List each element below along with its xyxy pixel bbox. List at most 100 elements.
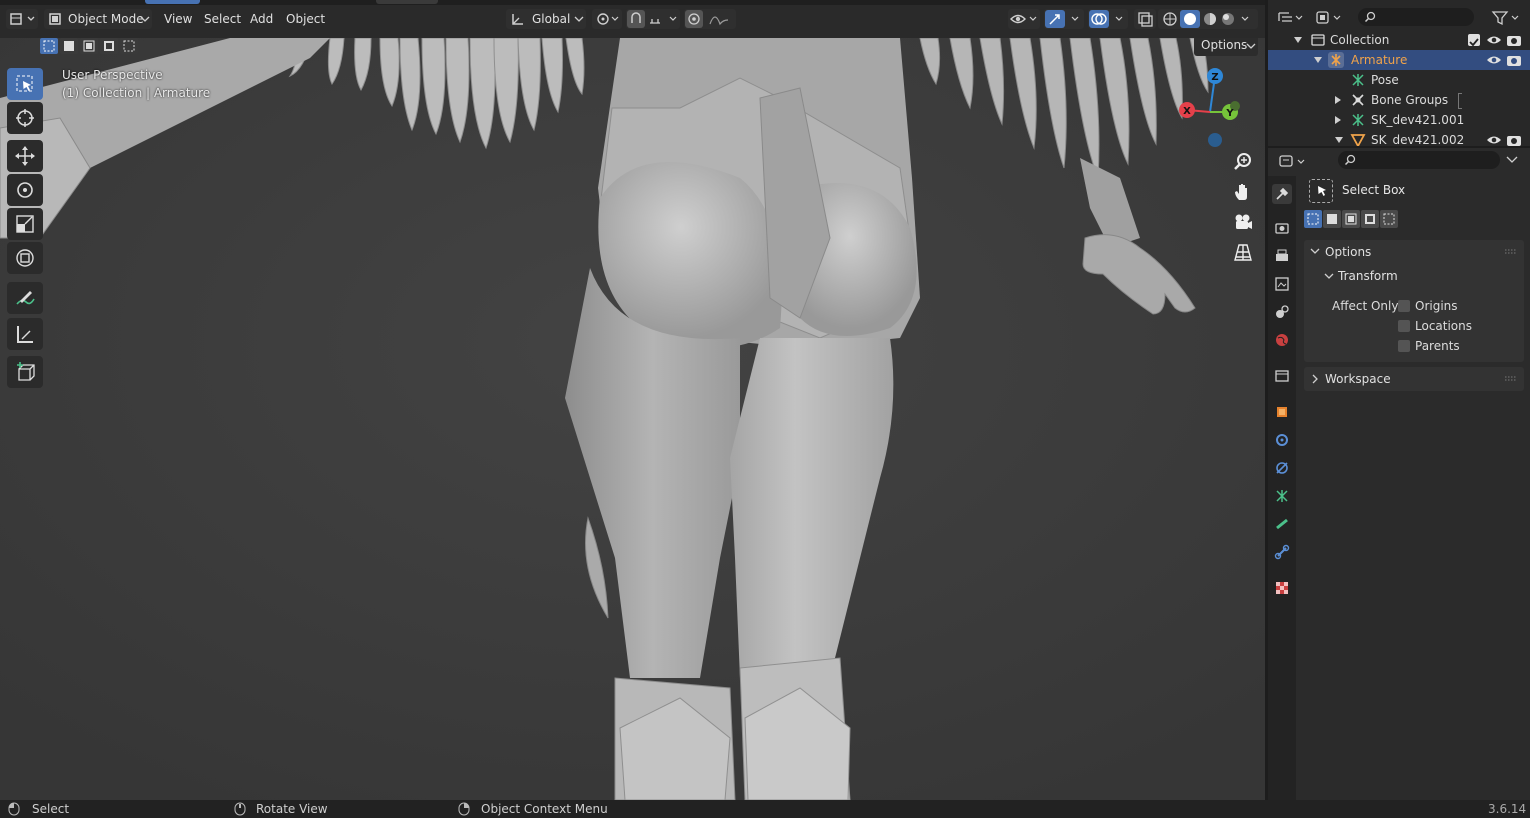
transform-subpanel-header[interactable]: Transform: [1314, 266, 1514, 288]
annotate-icon: [16, 291, 35, 305]
proportional-editing[interactable]: [684, 9, 736, 29]
view-layer-icon: [1275, 277, 1289, 291]
filter-icon[interactable]: [1490, 8, 1524, 28]
tab-tool[interactable]: [1272, 184, 1292, 204]
tab-output[interactable]: [1272, 246, 1292, 266]
select-box-icon: [1318, 186, 1326, 196]
locations-checkbox[interactable]: [1398, 320, 1410, 332]
camera-view-button[interactable]: [1230, 209, 1256, 235]
parents-checkbox[interactable]: [1398, 340, 1410, 352]
scene-icon: [1276, 305, 1289, 318]
tab-modifiers[interactable]: [1272, 430, 1292, 450]
select-box-tool-icon-box: [1309, 179, 1333, 203]
tab-object[interactable]: [1272, 402, 1292, 422]
expand-arrow-right-icon[interactable]: [1334, 116, 1342, 124]
pivot-point-dropdown[interactable]: [592, 9, 622, 29]
outliner-row-collection[interactable]: Collection: [1268, 30, 1530, 50]
editor-type-icon[interactable]: [1278, 152, 1308, 172]
x-axis-label: X: [1183, 106, 1191, 117]
shading-modes[interactable]: [1158, 9, 1258, 29]
tab-texture[interactable]: [1272, 578, 1292, 598]
options-panel-header[interactable]: Options: [1304, 240, 1524, 264]
tab-world[interactable]: [1272, 330, 1292, 350]
drag-handle-icon[interactable]: [1504, 375, 1518, 383]
tab-collection[interactable]: [1272, 366, 1292, 386]
options-button[interactable]: Options: [1194, 38, 1258, 56]
rotate-icon: [17, 182, 33, 198]
visibility-dropdown[interactable]: [1008, 9, 1040, 29]
menu-object[interactable]: Object: [286, 9, 325, 29]
select-mode-buttons[interactable]: [40, 38, 140, 56]
properties-search-input[interactable]: [1338, 151, 1500, 169]
cursor-tool[interactable]: [7, 102, 43, 134]
tool-select-mode-buttons[interactable]: [1304, 210, 1400, 228]
origins-label: Origins: [1415, 299, 1458, 313]
locations-checkbox-row[interactable]: Locations: [1398, 319, 1508, 335]
parents-checkbox-row[interactable]: Parents: [1398, 339, 1508, 355]
tab-physics[interactable]: [1272, 458, 1292, 478]
annotate-tool[interactable]: [7, 282, 43, 314]
snap-controls[interactable]: [626, 9, 680, 29]
navigation-gizmo[interactable]: Z X Y: [1170, 62, 1250, 152]
transform-orientation-dropdown[interactable]: Global: [506, 9, 586, 29]
camera-render-icon[interactable]: [1506, 53, 1522, 67]
outliner-row-armature[interactable]: Armature: [1268, 50, 1530, 70]
expand-arrow-icon[interactable]: [1293, 36, 1303, 44]
menu-view[interactable]: View: [164, 9, 192, 29]
collection-icon: [1275, 370, 1289, 382]
blender-version: 3.6.14: [1488, 802, 1527, 816]
outliner-row-sk-dev421-001[interactable]: SK_dev421.001: [1268, 110, 1530, 130]
gizmo-dropdown[interactable]: [1044, 9, 1084, 29]
expand-arrow-icon[interactable]: [1334, 136, 1344, 144]
workspace-panel[interactable]: Workspace: [1304, 367, 1524, 391]
workspace-tab[interactable]: [376, 0, 438, 4]
search-icon: [1344, 154, 1356, 166]
expand-arrow-right-icon[interactable]: [1334, 96, 1342, 104]
tab-scene[interactable]: [1272, 302, 1292, 322]
locations-label: Locations: [1415, 319, 1473, 333]
tab-object-data[interactable]: [1272, 486, 1292, 506]
pan-button[interactable]: [1230, 179, 1256, 205]
camera-render-icon[interactable]: [1506, 133, 1522, 146]
outliner-search-input[interactable]: [1358, 8, 1474, 26]
status-select: Select: [32, 802, 70, 816]
menu-add[interactable]: Add: [250, 9, 273, 29]
origins-checkbox[interactable]: [1398, 300, 1410, 312]
overlays-dropdown[interactable]: [1088, 9, 1128, 29]
menu-select[interactable]: Select: [204, 9, 241, 29]
zoom-button[interactable]: [1230, 149, 1256, 175]
tab-view-layer[interactable]: [1272, 274, 1292, 294]
expand-arrow-icon[interactable]: [1313, 56, 1323, 64]
drag-handle-icon[interactable]: [1504, 248, 1518, 256]
exclude-checkbox[interactable]: [1468, 34, 1480, 47]
camera-render-icon[interactable]: [1506, 33, 1522, 47]
add-cube-tool[interactable]: [7, 356, 43, 388]
editor-type-dropdown[interactable]: [6, 9, 38, 29]
rotate-tool[interactable]: [7, 174, 43, 206]
select-box-tool[interactable]: [7, 68, 43, 100]
editor-type-icon[interactable]: [1276, 8, 1306, 28]
workspace-tab-active[interactable]: [145, 0, 200, 4]
tab-render[interactable]: [1272, 218, 1292, 238]
transform-tool[interactable]: [7, 242, 43, 274]
move-icon: [15, 146, 35, 166]
3d-viewport[interactable]: User Perspective (1) Collection | Armatu…: [0, 38, 1265, 800]
outliner-row-bone-groups[interactable]: Bone Groups: [1268, 90, 1530, 110]
scale-tool[interactable]: [7, 208, 43, 240]
outliner-row-sk-dev421-002[interactable]: SK_dev421.002: [1268, 130, 1530, 146]
xray-toggle[interactable]: [1134, 9, 1156, 29]
mode-dropdown[interactable]: Object Mode: [44, 9, 152, 29]
chevron-down-icon[interactable]: [1506, 156, 1518, 164]
tab-bone[interactable]: [1272, 514, 1292, 534]
orientation-label: Global: [532, 12, 571, 26]
eye-icon[interactable]: [1486, 133, 1502, 146]
display-mode-icon[interactable]: [1314, 8, 1344, 28]
outliner-row-pose[interactable]: Pose: [1268, 70, 1530, 90]
measure-tool[interactable]: [7, 318, 43, 350]
tab-bone-constraints[interactable]: [1272, 542, 1292, 562]
perspective-toggle-button[interactable]: [1230, 239, 1256, 265]
eye-icon[interactable]: [1486, 53, 1502, 67]
move-tool[interactable]: [7, 140, 43, 172]
eye-icon[interactable]: [1486, 33, 1502, 47]
origins-checkbox-row[interactable]: Origins: [1398, 299, 1508, 315]
